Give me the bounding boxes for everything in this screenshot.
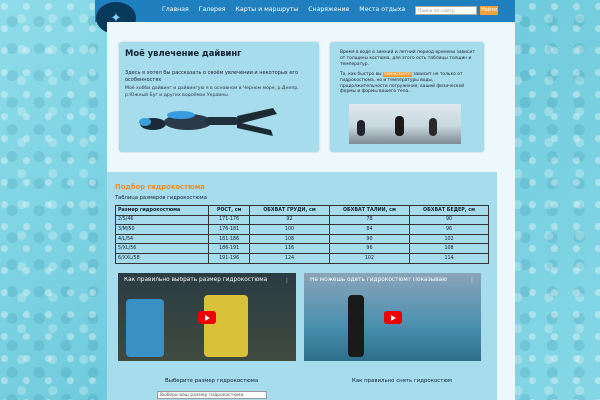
table-row: 2/S/46 171-176 92 78 90: [114, 214, 489, 226]
hobby-intro: Здесь я хотел бы рассказать о своём увле…: [125, 70, 299, 83]
table-row: 4/L/54 181-186 108 90 102: [114, 233, 489, 245]
table-cell: 108: [249, 233, 330, 245]
table-cell: 4/L/54: [114, 233, 210, 245]
video-player-1[interactable]: Как правильно выбрать размер гидрокостюм…: [118, 273, 296, 361]
table-caption: Таблица размеров гидрокостюма: [115, 195, 207, 201]
table-cell: 181-186: [208, 233, 251, 245]
nav-item-places[interactable]: Места отдыха: [359, 6, 405, 13]
size-table: Размер гидрокостюма РОСТ, см ОБХВАТ ГРУД…: [114, 205, 489, 264]
nav-item-gallery[interactable]: Галерея: [199, 6, 226, 13]
table-cell: 84: [328, 224, 411, 235]
table-cell: 3/M/50: [114, 224, 210, 235]
table-header-row: Размер гидрокостюма РОСТ, см ОБХВАТ ГРУД…: [114, 205, 489, 216]
table-cell: 90: [409, 214, 489, 226]
video-title: Как правильно выбрать размер гидрокостюм…: [124, 277, 268, 283]
video-title: Не можешь одеть гидрокостюм? Показываю: [310, 277, 448, 283]
table-row: 5/XL/56 186-191 116 96 108: [114, 243, 489, 254]
play-icon[interactable]: [198, 311, 216, 324]
nav-item-home[interactable]: Главная: [162, 6, 189, 13]
table-cell: 108: [409, 243, 489, 254]
video-caption: Выберите размер гидрокостюма: [165, 378, 259, 384]
nav-item-equipment[interactable]: Снаряжение: [308, 6, 349, 13]
video-player-2[interactable]: Не можешь одеть гидрокостюм? Показываю ⋮: [304, 273, 481, 361]
table-cell: 124: [249, 252, 330, 264]
table-header: РОСТ, см: [208, 205, 251, 216]
hobby-card: Моё увлечение дайвинг Здесь я хотел бы р…: [119, 42, 319, 152]
table-row: 6/XXL/58 191-196 124 102 114: [114, 252, 489, 264]
section-title: Подбор гидрокостюма: [115, 183, 205, 191]
table-cell: 5/XL/56: [114, 243, 210, 254]
table-cell: 191-196: [208, 252, 251, 264]
table-cell: 2/S/46: [114, 214, 210, 226]
table-header: Размер гидрокостюма: [114, 205, 210, 216]
info-card: Время в воде в зимний и летний период вр…: [330, 42, 484, 152]
video-caption: Как правильно снять гидрокостюм: [352, 378, 452, 384]
table-cell: 92: [249, 214, 330, 226]
table-cell: 102: [328, 252, 411, 264]
info-paragraph-1: Время в воде в зимний и летний период вр…: [340, 50, 475, 67]
table-cell: 96: [328, 243, 411, 254]
table-cell: 102: [409, 233, 489, 245]
table-cell: 176-181: [208, 224, 251, 235]
search-input[interactable]: Поиск по сайту: [415, 6, 477, 15]
table-header: ОБХВАТ ГРУДИ, см: [249, 205, 330, 216]
table-header: ОБХВАТ БЕДЕР, см: [409, 205, 489, 216]
table-cell: 116: [249, 243, 330, 254]
table-cell: 171-176: [208, 214, 251, 226]
info-paragraph-2: То, как быстро вы замерзаете зависит не …: [340, 72, 465, 95]
hobby-title: Моё увлечение дайвинг: [125, 48, 242, 58]
nav-item-maps[interactable]: Карты и маршруты: [236, 6, 299, 13]
table-cell: 90: [328, 233, 411, 245]
table-cell: 6/XXL/58: [114, 252, 210, 264]
play-icon[interactable]: [383, 311, 402, 324]
table-cell: 114: [409, 252, 489, 264]
share-icon[interactable]: ⋮: [469, 277, 475, 284]
divers-photo: [349, 104, 461, 144]
table-row: 3/M/50 176-181 100 84 96: [114, 224, 489, 235]
table-header: ОБХВАТ ТАЛИИ, см: [328, 205, 411, 216]
hobby-text: Моё хобби дайвинг и дайвингую я в основн…: [125, 86, 299, 98]
table-cell: 78: [328, 214, 411, 226]
table-cell: 186-191: [208, 243, 251, 254]
diver-image: [139, 108, 277, 136]
share-icon[interactable]: ⋮: [284, 277, 290, 284]
table-cell: 96: [409, 224, 489, 235]
search-button[interactable]: Найти: [480, 6, 498, 15]
table-cell: 100: [249, 224, 330, 235]
highlight-link[interactable]: замерзаете: [383, 72, 412, 77]
size-select[interactable]: Выбери ваш размер гидрокостюма: [157, 391, 267, 399]
main-nav: Главная Галерея Карты и маршруты Снаряже…: [162, 6, 415, 13]
